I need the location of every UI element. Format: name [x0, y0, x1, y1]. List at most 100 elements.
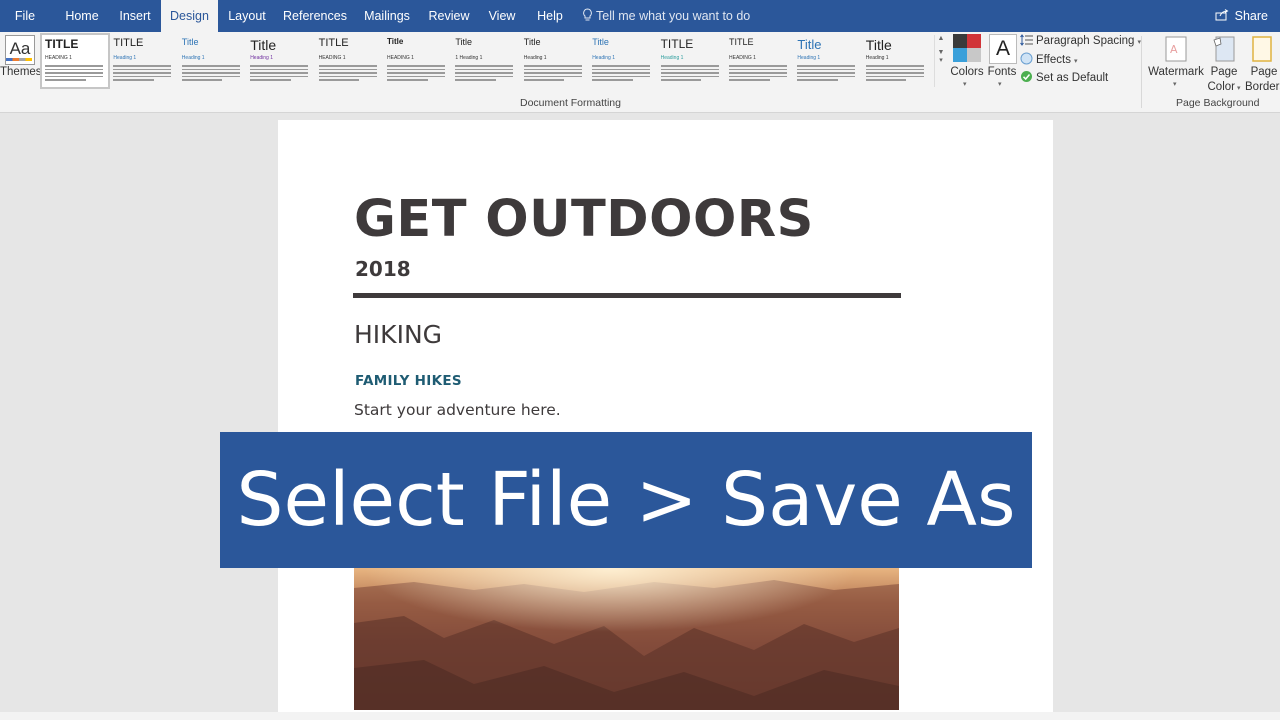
style-set-title: TITLE [45, 37, 79, 51]
page-color-button[interactable]: Page Color ▾ [1206, 32, 1242, 93]
tell-me-search[interactable]: Tell me what you want to do [582, 0, 750, 32]
page-color-label: Page [1210, 66, 1238, 78]
group-divider [1141, 36, 1142, 108]
canyon-photo[interactable] [354, 568, 899, 710]
style-set-thumbnail[interactable]: Title Heading 1 [521, 35, 587, 87]
watermark-icon: A [1165, 36, 1187, 62]
instruction-caption: Select File > Save As [236, 457, 1016, 543]
style-set-thumbnail[interactable]: Title Heading 1 [794, 35, 860, 87]
tab-layout[interactable]: Layout [223, 0, 271, 32]
tab-home[interactable]: Home [58, 0, 106, 32]
effects-icon [1020, 52, 1033, 65]
page-borders-label: Page [1250, 66, 1278, 78]
tab-view[interactable]: View [482, 0, 522, 32]
page-borders-label-2: Borders [1245, 81, 1280, 93]
tab-review[interactable]: Review [425, 0, 473, 32]
style-set-thumbnail[interactable]: TITLE HEADING 1 [726, 35, 792, 87]
fonts-button[interactable]: A Fonts ▾ [986, 32, 1018, 92]
style-set-thumbnail[interactable]: TITLE HEADING 1 [316, 35, 382, 87]
set-as-default-button[interactable]: Set as Default [1020, 70, 1108, 86]
style-set-thumbnail[interactable]: TITLE Heading 1 [110, 35, 176, 87]
document-title: GET OUTDOORS [354, 190, 814, 249]
style-set-title: Title [523, 37, 541, 47]
style-set-title: Title [797, 37, 822, 52]
page-borders-icon [1252, 36, 1272, 62]
style-set-thumbnail[interactable]: Title Heading 1 [179, 35, 245, 87]
tab-file[interactable]: File [0, 0, 50, 32]
style-set-heading: Heading 1 [865, 55, 889, 61]
svg-text:A: A [1170, 43, 1178, 56]
style-set-body-lines [523, 63, 582, 83]
tell-me-text: Tell me what you want to do [596, 9, 751, 23]
chevron-down-icon: ▾ [1236, 85, 1241, 92]
style-set-title: Title [865, 37, 892, 53]
tab-design[interactable]: Design [161, 0, 218, 32]
chevron-down-icon: ▾ [998, 81, 1002, 88]
style-set-title: TITLE [729, 37, 754, 47]
themes-label: Themes [0, 66, 42, 78]
style-set-thumbnail[interactable]: Title Heading 1 [863, 35, 929, 87]
style-set-thumbnail[interactable]: Title 1 Heading 1 [452, 35, 518, 87]
style-set-body-lines [865, 63, 924, 83]
style-set-body-lines [45, 63, 103, 83]
style-set-title: Title [455, 37, 473, 47]
style-set-thumbnail[interactable]: TITLE Heading 1 [658, 35, 724, 87]
tab-references[interactable]: References [280, 0, 350, 32]
page-borders-button[interactable]: Page Borders [1244, 32, 1280, 93]
style-set-thumbnail[interactable]: Title HEADING 1 [384, 35, 450, 87]
page-background-label: Page Background [1176, 97, 1260, 109]
style-set-title: Title [181, 37, 199, 47]
style-set-heading: Heading 1 [797, 55, 821, 61]
document-page[interactable]: GET OUTDOORS 2018 HIKING FAMILY HIKES St… [278, 120, 1053, 720]
style-set-heading: HEADING 1 [729, 55, 756, 61]
chevron-down-icon: ▾ [1073, 58, 1078, 65]
fonts-icon: A [989, 34, 1017, 64]
share-button[interactable]: Share [1215, 0, 1268, 32]
page-color-label-2: Color ▾ [1207, 81, 1241, 93]
style-set-heading: Heading 1 [181, 55, 205, 61]
style-set-body-lines [797, 63, 856, 83]
status-bar [0, 712, 1280, 720]
style-set-thumbnail[interactable]: TITLE HEADING 1 [40, 33, 110, 89]
paragraph-spacing-button[interactable]: Paragraph Spacing ▾ [1020, 34, 1141, 50]
document-formatting-label: Document Formatting [520, 97, 621, 109]
tab-help[interactable]: Help [530, 0, 570, 32]
document-year: 2018 [355, 257, 411, 281]
style-set-body-lines [455, 63, 514, 83]
canyon-photo-art [354, 568, 899, 710]
style-set-heading: HEADING 1 [45, 55, 72, 61]
page-color-icon [1213, 36, 1235, 62]
style-set-heading: Heading 1 [113, 55, 137, 61]
heading-hiking: HIKING [354, 320, 443, 349]
style-set-heading: Heading 1 [523, 55, 547, 61]
fonts-label: Fonts [987, 66, 1017, 78]
colors-icon [953, 34, 981, 62]
gallery-scroll[interactable]: ▲ ▼ ▾ [934, 35, 947, 87]
tab-insert[interactable]: Insert [112, 0, 158, 32]
style-set-thumbnail[interactable]: Title Heading 1 [247, 35, 313, 87]
style-set-heading: Heading 1 [250, 55, 273, 61]
style-set-body-lines [729, 63, 787, 83]
style-set-body-lines [250, 63, 309, 83]
share-icon [1215, 9, 1229, 21]
lightbulb-icon [583, 8, 592, 21]
style-set-body-lines [113, 63, 172, 83]
colors-button[interactable]: Colors ▾ [949, 32, 985, 92]
watermark-label: Watermark [1148, 66, 1204, 78]
chevron-down-icon: ▾ [963, 81, 967, 88]
watermark-button[interactable]: A Watermark ▾ [1146, 32, 1206, 92]
style-set-heading: HEADING 1 [318, 55, 346, 61]
style-set-title: Title [592, 37, 609, 47]
themes-button[interactable]: Aa Themes [0, 32, 42, 92]
checkmark-icon [1021, 71, 1032, 82]
tab-mailings[interactable]: Mailings [357, 0, 417, 32]
heading-family-hikes: FAMILY HIKES [355, 373, 462, 389]
share-label: Share [1234, 9, 1268, 23]
style-set-heading: Heading 1 [592, 55, 615, 61]
style-set-title: Title [387, 37, 404, 46]
paragraph-spacing-label: Paragraph Spacing [1036, 35, 1135, 47]
style-set-body-lines [181, 63, 240, 83]
style-set-thumbnail[interactable]: Title Heading 1 [589, 35, 655, 87]
effects-button[interactable]: Effects ▾ [1020, 52, 1077, 68]
style-set-title: TITLE [113, 37, 144, 49]
